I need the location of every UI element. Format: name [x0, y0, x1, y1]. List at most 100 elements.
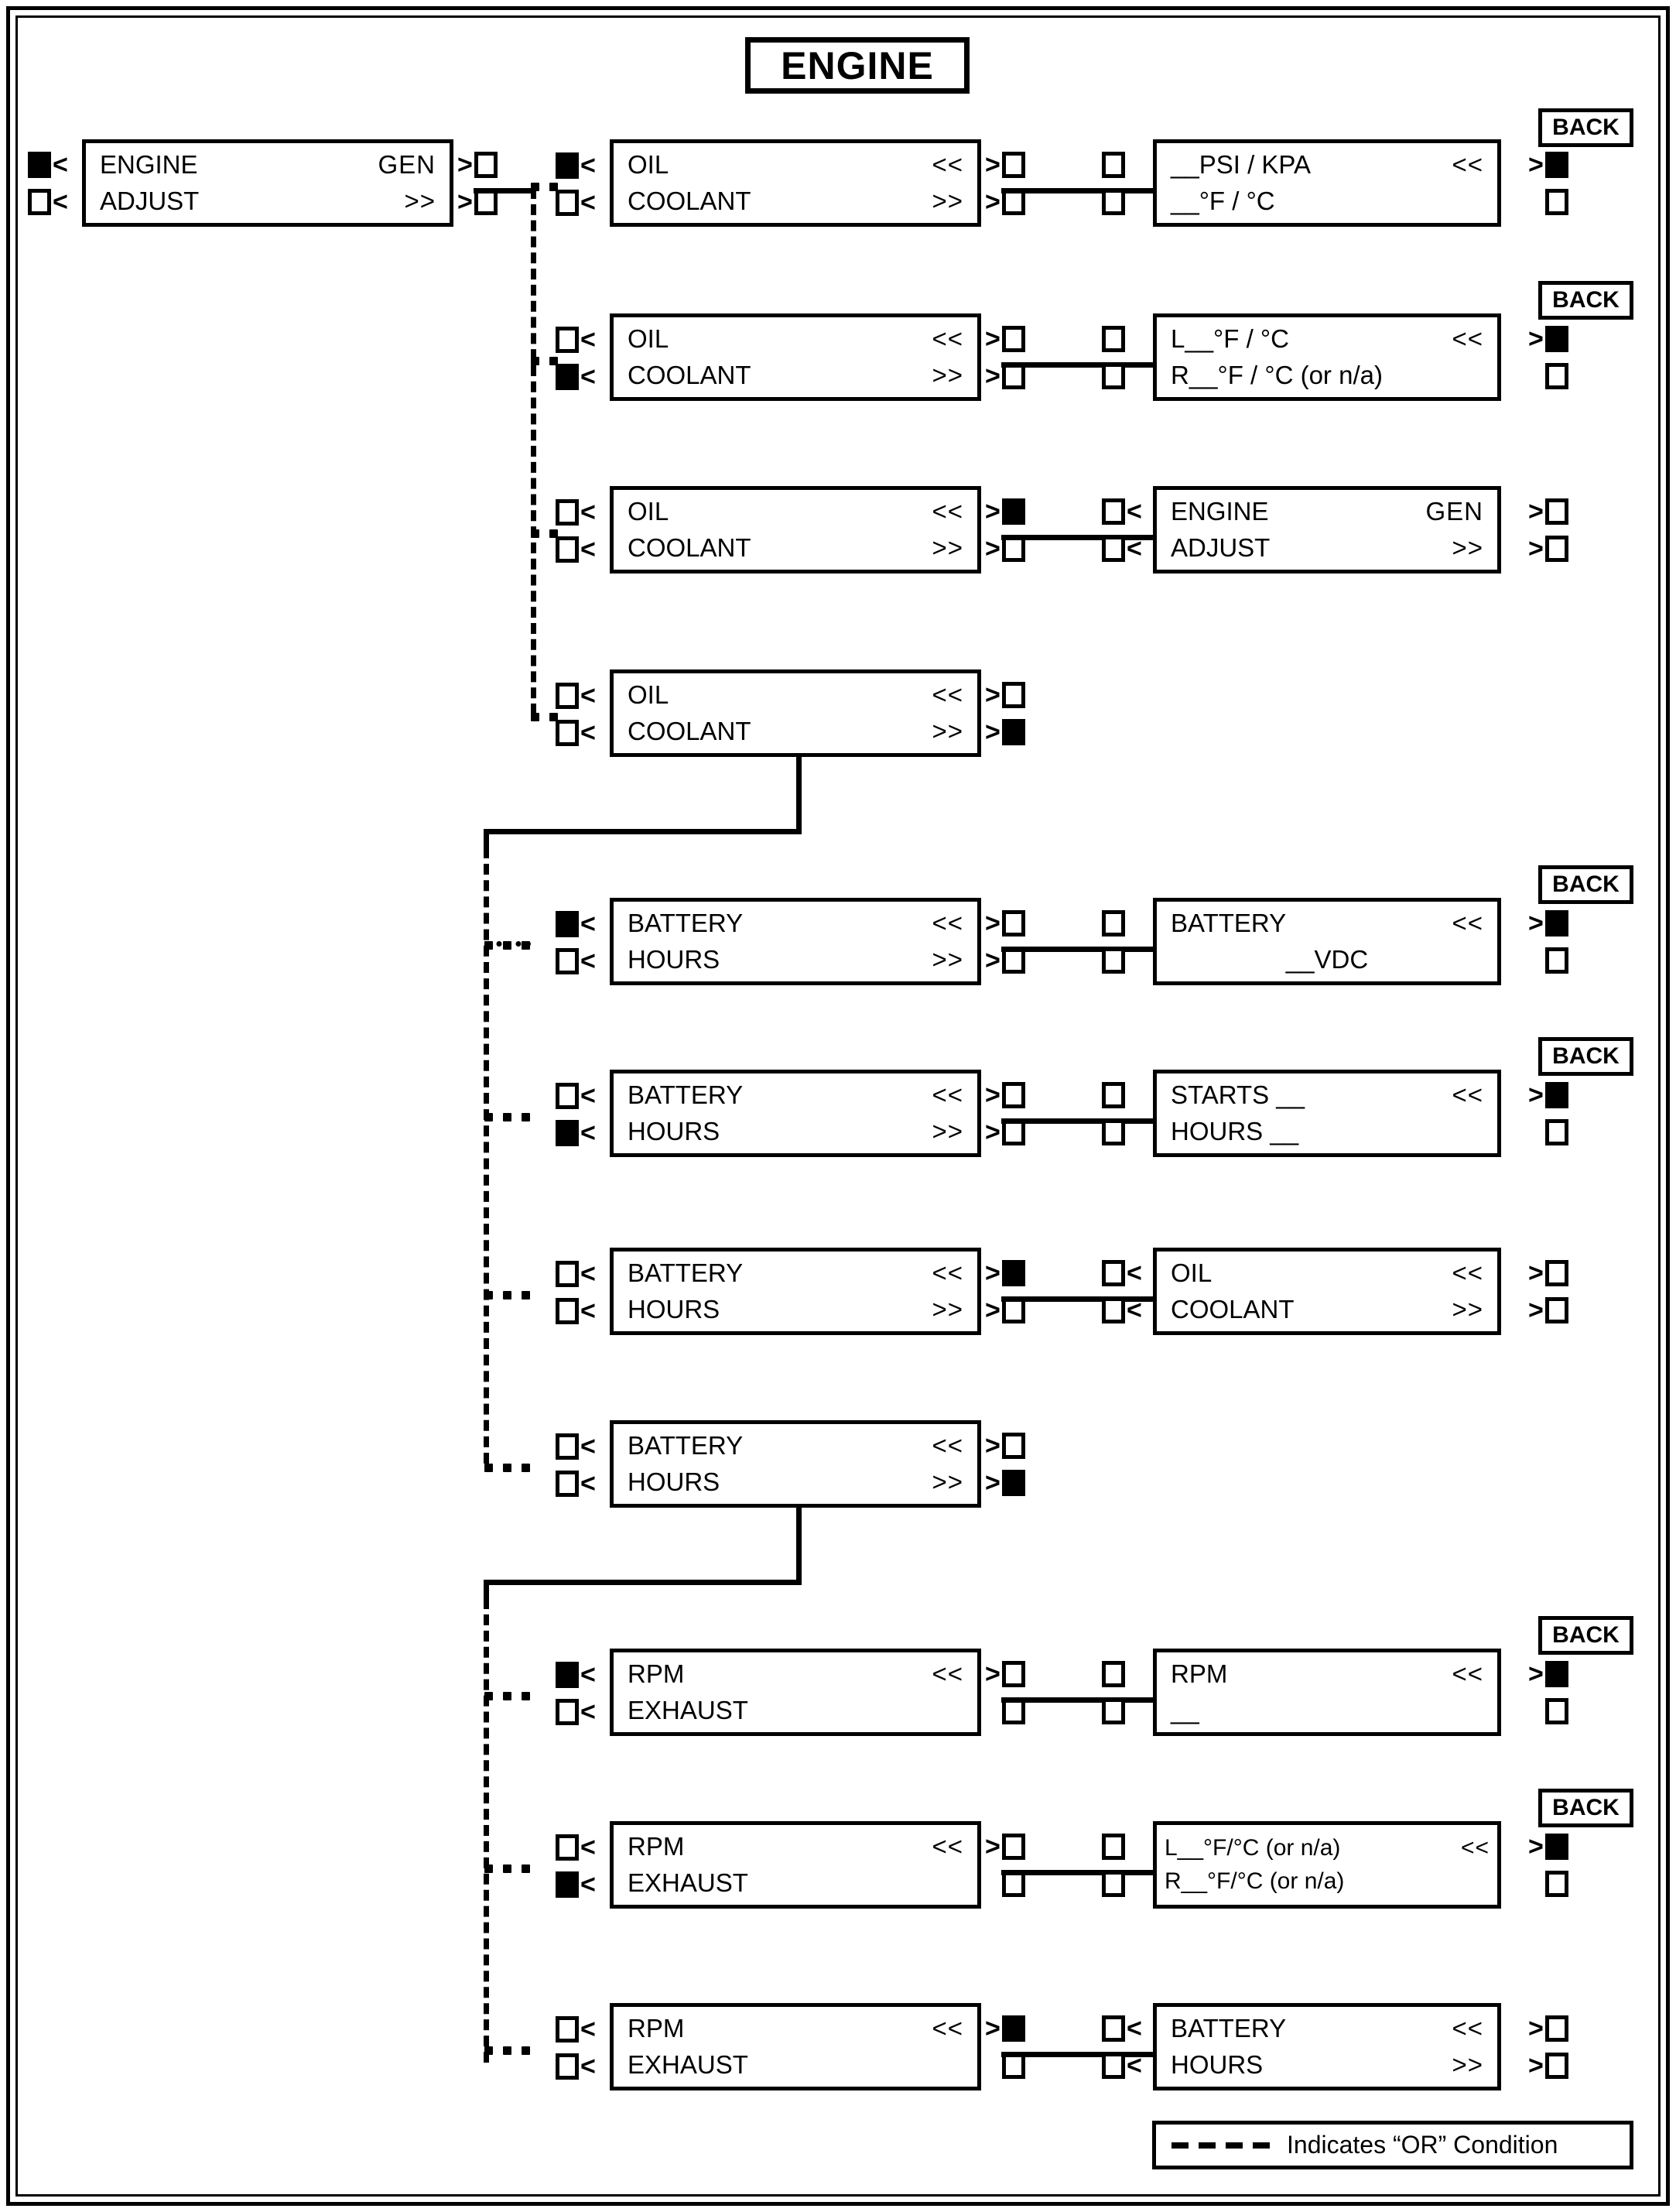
row5-mid-a1-row[interactable]: >	[985, 909, 1025, 937]
row1-left-button-2-row[interactable]: <	[556, 189, 596, 216]
row10-left-button-1-row[interactable]: <	[556, 1834, 596, 1861]
row3-dest-right-1-row[interactable]: >	[1528, 498, 1568, 525]
row9-dest-right-2-row[interactable]	[1528, 1697, 1568, 1724]
row10-dest-right-button-2[interactable]	[1545, 1870, 1568, 1897]
row7-left-buttons[interactable]: < <	[556, 1255, 596, 1329]
row11-dest-right-button-1[interactable]	[1544, 2015, 1568, 2042]
row11-source-panel[interactable]: RPM << EXHAUST	[610, 2003, 981, 2090]
row6-mid-button-a1[interactable]	[1001, 1081, 1025, 1108]
row6-mid-buttons-b[interactable]	[1102, 1077, 1125, 1150]
row2-left-button-1[interactable]	[556, 326, 579, 353]
row7-mid-buttons-b[interactable]: < <	[1102, 1255, 1142, 1328]
row6-mid-a1-row[interactable]: >	[985, 1081, 1025, 1108]
row6-dest-right-button-2[interactable]	[1545, 1118, 1568, 1145]
row3-left-button-1-row[interactable]: <	[556, 498, 596, 526]
row1-mid-b2-row[interactable]	[1102, 188, 1125, 215]
row2-left-button-1-row[interactable]: <	[556, 326, 596, 353]
row10-mid-b2-row[interactable]	[1102, 1870, 1125, 1897]
row6-left-button-2[interactable]	[556, 1119, 579, 1146]
row1-dest-right-button-2[interactable]	[1545, 188, 1568, 215]
row11-mid-b1-row[interactable]: <	[1102, 2015, 1142, 2042]
row5-left-button-1-row[interactable]: <	[556, 910, 596, 937]
row9-source-panel[interactable]: RPM << EXHAUST	[610, 1649, 981, 1736]
row2-dest-right-1-row[interactable]: >	[1528, 325, 1568, 352]
row11-left-button-1-row[interactable]: <	[556, 2015, 596, 2043]
row1-left-button-1-row[interactable]: <	[556, 152, 596, 179]
row5-mid-buttons-b[interactable]	[1102, 905, 1125, 978]
row9-left-button-2-row[interactable]: <	[556, 1698, 596, 1725]
row6-mid-buttons-a[interactable]: > >	[985, 1077, 1025, 1150]
row2-mid-b2-row[interactable]	[1102, 362, 1125, 389]
row1-mid-button-b2[interactable]	[1102, 188, 1125, 215]
row2-mid-button-b2[interactable]	[1102, 362, 1125, 389]
row6-left-button-1-row[interactable]: <	[556, 1082, 596, 1109]
row11-dest-right-2-row[interactable]: >	[1528, 2052, 1568, 2079]
row10-dest-panel[interactable]: L__°F/°C (or n/a) << R__°F/°C (or n/a)	[1153, 1821, 1501, 1909]
row2-mid-buttons-a[interactable]: > >	[985, 320, 1025, 394]
row3-mid-b2-row[interactable]: <	[1102, 535, 1142, 562]
row11-mid-buttons-a[interactable]: >	[985, 2010, 1025, 2084]
row11-dest-right-button-2[interactable]	[1544, 2052, 1568, 2079]
row8-mid-a2-row[interactable]: >	[985, 1469, 1025, 1496]
row9-dest-panel[interactable]: RPM << __	[1153, 1649, 1501, 1736]
row1-mid-buttons-b[interactable]	[1102, 146, 1125, 220]
row10-left-buttons[interactable]: < <	[556, 1829, 596, 1902]
row1-mid-buttons-a[interactable]: > >	[985, 146, 1025, 220]
row4-left-buttons[interactable]: < <	[556, 677, 596, 751]
row11-left-button-2[interactable]	[556, 2053, 579, 2080]
row4-mid-a2-row[interactable]: >	[985, 718, 1025, 745]
row8-mid-a1-row[interactable]: >	[985, 1432, 1025, 1459]
row7-dest-right-button-2[interactable]	[1544, 1296, 1568, 1323]
row3-dest-right-buttons[interactable]: > >	[1528, 493, 1568, 567]
row9-left-button-2[interactable]	[556, 1698, 579, 1725]
row9-mid-b2-row[interactable]	[1102, 1697, 1125, 1724]
row5-left-button-2-row[interactable]: <	[556, 947, 596, 974]
row6-mid-b2-row[interactable]	[1102, 1118, 1125, 1145]
row8-mid-buttons-a[interactable]: > >	[985, 1427, 1025, 1501]
row10-mid-button-a1[interactable]	[1001, 1833, 1025, 1860]
row5-mid-b2-row[interactable]	[1102, 947, 1125, 974]
row3-mid-b1-row[interactable]: <	[1102, 498, 1142, 525]
row1-dest-right-1-row[interactable]: >	[1528, 151, 1568, 178]
row5-mid-button-b1[interactable]	[1102, 909, 1125, 937]
row1-dest-right-2-row[interactable]	[1528, 188, 1568, 215]
row9-dest-right-buttons[interactable]: >	[1528, 1656, 1568, 1729]
row1-source-panel[interactable]: OIL << COOLANT >>	[610, 139, 981, 227]
row11-mid-button-a1[interactable]	[1001, 2015, 1025, 2042]
row7-mid-b2-row[interactable]: <	[1102, 1296, 1142, 1323]
row11-dest-right-1-row[interactable]: >	[1528, 2015, 1568, 2042]
row11-mid-button-b2[interactable]	[1102, 2052, 1125, 2079]
row3-mid-a1-row[interactable]: >	[985, 498, 1025, 525]
row5-source-panel[interactable]: BATTERY << HOURS >>	[610, 898, 981, 985]
row10-left-button-1[interactable]	[556, 1834, 579, 1861]
row3-dest-right-button-1[interactable]	[1544, 498, 1568, 525]
row5-left-buttons[interactable]: < <	[556, 906, 596, 979]
root-left-buttons[interactable]: < <	[28, 146, 68, 220]
row2-dest-panel[interactable]: L__°F / °C << R__°F / °C (or n/a)	[1153, 313, 1501, 401]
row2-mid-b1-row[interactable]	[1102, 325, 1125, 352]
row3-dest-right-2-row[interactable]: >	[1528, 535, 1568, 562]
row1-dest-right-button-1[interactable]	[1544, 151, 1568, 178]
row3-mid-button-a1[interactable]	[1001, 498, 1025, 525]
row10-mid-b1-row[interactable]	[1102, 1833, 1125, 1860]
row4-mid-buttons-a[interactable]: > >	[985, 676, 1025, 750]
row2-back-button[interactable]: BACK	[1538, 281, 1633, 320]
row2-dest-right-button-1[interactable]	[1544, 325, 1568, 352]
row7-mid-button-b2[interactable]	[1102, 1296, 1125, 1323]
row5-dest-right-button-2[interactable]	[1545, 947, 1568, 974]
row1-mid-button-b1[interactable]	[1102, 151, 1125, 178]
root-left-button-1-row[interactable]: <	[28, 151, 68, 178]
row9-dest-right-button-1[interactable]	[1544, 1660, 1568, 1687]
row6-mid-button-b1[interactable]	[1102, 1081, 1125, 1108]
row9-mid-buttons-a[interactable]: >	[985, 1656, 1025, 1729]
root-left-button-2-row[interactable]: <	[28, 188, 68, 215]
row9-mid-button-b1[interactable]	[1102, 1660, 1125, 1687]
row8-left-buttons[interactable]: < <	[556, 1428, 596, 1501]
row10-back-button[interactable]: BACK	[1538, 1789, 1633, 1827]
row6-left-button-1[interactable]	[556, 1082, 579, 1109]
row1-left-buttons[interactable]: < <	[556, 147, 596, 221]
row4-left-button-1[interactable]	[556, 682, 579, 709]
row5-mid-button-a1[interactable]	[1001, 909, 1025, 937]
row4-mid-button-a2[interactable]	[1001, 718, 1025, 745]
row7-dest-panel[interactable]: OIL << COOLANT >>	[1153, 1248, 1501, 1335]
